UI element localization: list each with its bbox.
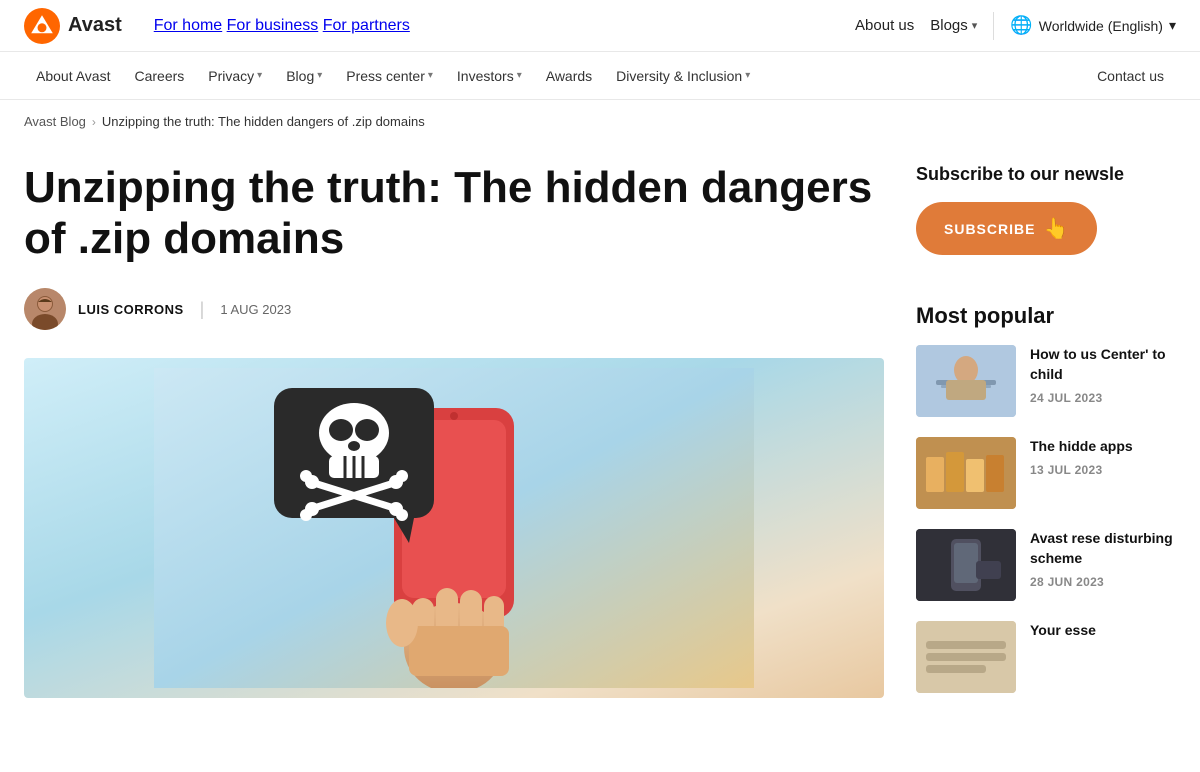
popular-text: The hidde apps 13 JUL 2023	[1030, 437, 1176, 509]
nav-diversity-inclusion[interactable]: Diversity & Inclusion ▾	[604, 52, 762, 100]
top-nav-right: About us Blogs ▾ 🌐 Worldwide (English) ▾	[855, 12, 1176, 40]
popular-item-title: Avast rese disturbing scheme	[1030, 529, 1176, 568]
author-separator: |	[200, 299, 205, 320]
popular-thumbnail	[916, 437, 1016, 509]
subscribe-button[interactable]: SUBSCRIBE 👆	[916, 202, 1097, 255]
chevron-down-icon: ▾	[317, 52, 322, 100]
brand-name: Avast	[68, 14, 122, 37]
language-selector-button[interactable]: 🌐 Worldwide (English) ▾	[1010, 15, 1176, 36]
hero-inner	[24, 358, 884, 698]
logo[interactable]: Avast	[24, 8, 122, 44]
nav-awards[interactable]: Awards	[534, 52, 604, 100]
nav-privacy[interactable]: Privacy ▾	[196, 52, 274, 100]
divider	[993, 12, 994, 40]
globe-icon: 🌐	[1010, 15, 1032, 36]
nav-for-home[interactable]: For home	[154, 17, 222, 34]
nav-careers[interactable]: Careers	[122, 52, 196, 100]
breadcrumb-parent[interactable]: Avast Blog	[24, 114, 86, 129]
most-popular-title: Most popular	[916, 303, 1176, 329]
popular-item-title: How to us Center' to child	[1030, 345, 1176, 384]
popular-item[interactable]: Your esse	[916, 621, 1176, 693]
popular-thumbnail	[916, 345, 1016, 417]
author-row: LUIS CORRONS | 1 AUG 2023	[24, 288, 884, 330]
about-link[interactable]: About us	[855, 17, 914, 34]
popular-text: Your esse	[1030, 621, 1176, 693]
avatar	[24, 288, 66, 330]
article-date: 1 AUG 2023	[220, 302, 291, 317]
nav-for-business[interactable]: For business	[227, 17, 319, 34]
sidebar: Subscribe to our newsle SUBSCRIBE 👆 Most…	[916, 143, 1176, 713]
popular-item-title: The hidde apps	[1030, 437, 1176, 457]
top-navigation: Avast For home For business For partners…	[0, 0, 1200, 52]
chevron-down-icon: ▾	[257, 52, 262, 100]
popular-item[interactable]: Avast rese disturbing scheme 28 JUN 2023	[916, 529, 1176, 601]
popular-thumbnail	[916, 529, 1016, 601]
main-layout: Unzipping the truth: The hidden dangers …	[0, 143, 1200, 713]
popular-text: How to us Center' to child 24 JUL 2023	[1030, 345, 1176, 417]
popular-item-title: Your esse	[1030, 621, 1176, 641]
nav-contact-us[interactable]: Contact us	[1085, 52, 1176, 100]
primary-nav: For home For business For partners	[154, 17, 410, 35]
subscribe-title: Subscribe to our newsle	[916, 163, 1176, 186]
chevron-down-icon: ▾	[1169, 17, 1176, 34]
hand-icon: 👆	[1043, 216, 1069, 241]
top-nav-left: Avast For home For business For partners	[24, 8, 410, 44]
nav-investors[interactable]: Investors ▾	[445, 52, 534, 100]
popular-item-date: 13 JUL 2023	[1030, 463, 1176, 477]
popular-thumbnail	[916, 621, 1016, 693]
popular-text: Avast rese disturbing scheme 28 JUN 2023	[1030, 529, 1176, 601]
popular-item[interactable]: How to us Center' to child 24 JUL 2023	[916, 345, 1176, 417]
breadcrumb-separator: ›	[92, 115, 96, 129]
chevron-down-icon: ▾	[428, 52, 433, 100]
popular-item[interactable]: The hidde apps 13 JUL 2023	[916, 437, 1176, 509]
popular-item-date: 24 JUL 2023	[1030, 391, 1176, 405]
chevron-down-icon: ▾	[972, 19, 978, 32]
article-area: Unzipping the truth: The hidden dangers …	[24, 143, 916, 713]
hero-image	[24, 358, 884, 698]
breadcrumb: Avast Blog › Unzipping the truth: The hi…	[0, 100, 1200, 143]
secondary-navigation: About Avast Careers Privacy ▾ Blog ▾ Pre…	[0, 52, 1200, 100]
nav-blog[interactable]: Blog ▾	[274, 52, 334, 100]
nav-for-partners[interactable]: For partners	[323, 17, 410, 34]
author-name: LUIS CORRONS	[78, 302, 184, 317]
chevron-down-icon: ▾	[517, 52, 522, 100]
nav-about-avast[interactable]: About Avast	[24, 52, 122, 100]
article-title: Unzipping the truth: The hidden dangers …	[24, 163, 884, 264]
nav-press-center[interactable]: Press center ▾	[334, 52, 445, 100]
subscribe-box: Subscribe to our newsle SUBSCRIBE 👆	[916, 163, 1176, 275]
breadcrumb-current: Unzipping the truth: The hidden dangers …	[102, 114, 425, 129]
blogs-dropdown-button[interactable]: Blogs ▾	[930, 17, 977, 34]
chevron-down-icon: ▾	[745, 52, 750, 100]
popular-item-date: 28 JUN 2023	[1030, 575, 1176, 589]
